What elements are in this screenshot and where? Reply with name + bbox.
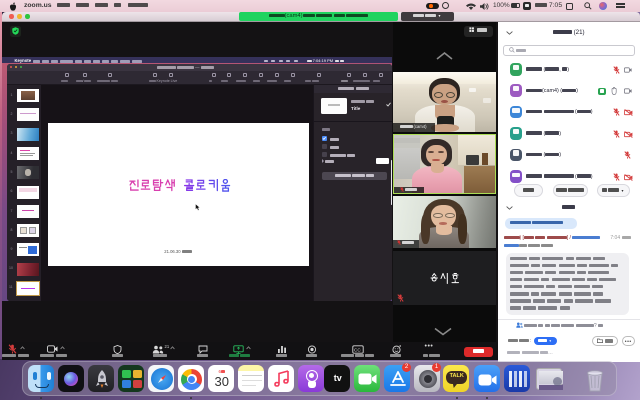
svg-text:CC: CC: [354, 347, 361, 352]
